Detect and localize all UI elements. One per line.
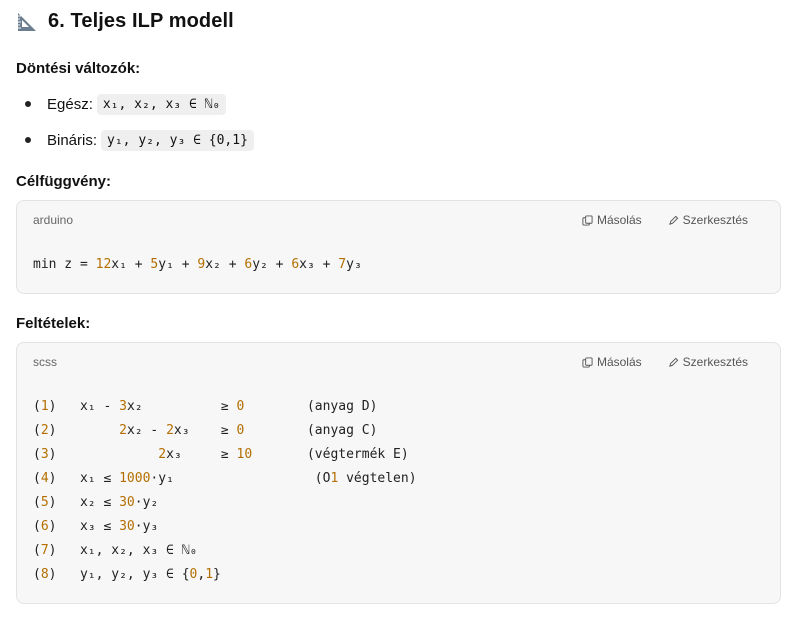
- decision-vars-list: Egész: x₁, x₂, x₃ ∈ ℕ₀ Bináris: y₁, y₂, …: [16, 86, 254, 158]
- copy-label: Másolás: [596, 355, 642, 369]
- copy-button[interactable]: Másolás: [582, 355, 642, 369]
- code-line: (5) x₂ ≤ 30·y₂: [33, 495, 159, 510]
- code-number: 5: [150, 257, 159, 272]
- code-number: 2: [40, 423, 49, 438]
- pencil-icon: [668, 215, 678, 225]
- code-number: 1: [205, 567, 214, 582]
- code-number: 7: [40, 543, 49, 558]
- code-line: (2) 2x₂ - 2x₃ ≥ 0 (anyag C): [33, 423, 378, 438]
- decision-vars-heading: Döntési változók:: [16, 60, 141, 77]
- var-label-integer: Egész:: [47, 95, 93, 113]
- code-line: (8) y₁, y₂, y₃ ∈ {0,1}: [33, 567, 221, 582]
- objective-heading: Célfüggvény:: [16, 173, 112, 190]
- pencil-icon: [668, 357, 678, 367]
- bullet: [25, 101, 31, 107]
- code-number: 5: [40, 495, 49, 510]
- code-number: 3: [40, 447, 49, 462]
- section-title: 6. Teljes ILP modell: [48, 10, 234, 32]
- var-label-binary: Bináris:: [47, 131, 98, 149]
- code-line: (7) x₁, x₂, x₃ ∈ ℕ₀: [33, 543, 198, 558]
- code-line: (3) 2x₃ ≥ 10 (végtermék E): [33, 447, 409, 462]
- constraints-code-block: scss Másolás Szerkesztés (1) x₁ - 3x₂ ≥ …: [16, 342, 781, 604]
- code-line: (6) x₃ ≤ 30·y₃: [33, 519, 159, 534]
- code-language-label: scss: [33, 355, 57, 369]
- list-item: Egész: x₁, x₂, x₃ ∈ ℕ₀: [16, 86, 254, 122]
- chat-response: 6. Teljes ILP modell Döntési változók: E…: [0, 0, 812, 627]
- copy-button[interactable]: Másolás: [582, 213, 642, 227]
- code-number: 9: [197, 257, 206, 272]
- objective-code: min z = 12x₁ + 5y₁ + 9x₂ + 6y₂ + 6x₃ + 7…: [33, 253, 362, 277]
- edit-button[interactable]: Szerkesztés: [668, 213, 748, 227]
- code-number: 3: [119, 399, 127, 414]
- code-number: 30: [119, 495, 135, 510]
- edit-label: Szerkesztés: [682, 213, 748, 227]
- code-number: 2: [166, 423, 174, 438]
- code-number: 2: [158, 447, 167, 462]
- code-actions: Másolás Szerkesztés: [582, 355, 748, 369]
- copy-icon: [582, 356, 593, 368]
- inline-code: y₁, y₂, y₃ ∈ {0,1}: [101, 129, 254, 151]
- copy-label: Másolás: [596, 213, 642, 227]
- list-item: Bináris: y₁, y₂, y₃ ∈ {0,1}: [16, 122, 254, 158]
- code-line: (4) x₁ ≤ 1000·y₁ (O1 végtelen): [33, 471, 417, 486]
- code-number: 8: [40, 567, 49, 582]
- code-actions: Másolás Szerkesztés: [582, 213, 748, 227]
- edit-label: Szerkesztés: [682, 355, 748, 369]
- code-number: 1000: [119, 471, 151, 486]
- bullet: [25, 137, 31, 143]
- section-title-row: 6. Teljes ILP modell: [16, 10, 234, 33]
- code-number: 1: [330, 471, 339, 486]
- triangular-ruler-icon: [16, 11, 38, 33]
- code-number: 6: [291, 257, 300, 272]
- code-number: 10: [236, 447, 253, 462]
- code-line: min z = 12x₁ + 5y₁ + 9x₂ + 6y₂ + 6x₃ + 7…: [33, 257, 362, 272]
- objective-code-block: arduino Másolás Szerkesztés min z = 12x₁…: [16, 200, 781, 294]
- code-number: 0: [236, 399, 245, 414]
- code-number: 2: [119, 423, 127, 438]
- code-number: 6: [40, 519, 49, 534]
- code-number: 4: [40, 471, 49, 486]
- constraints-code: (1) x₁ - 3x₂ ≥ 0 (anyag D) (2) 2x₂ - 2x₃ …: [33, 395, 417, 587]
- code-number: 12: [95, 257, 112, 272]
- code-number: 7: [338, 257, 347, 272]
- code-number: 0: [189, 567, 198, 582]
- code-line: (1) x₁ - 3x₂ ≥ 0 (anyag D): [33, 399, 378, 414]
- code-number: 1: [40, 399, 49, 414]
- code-language-label: arduino: [33, 213, 74, 227]
- inline-code: x₁, x₂, x₃ ∈ ℕ₀: [96, 93, 227, 115]
- edit-button[interactable]: Szerkesztés: [668, 355, 748, 369]
- code-number: 30: [119, 519, 135, 534]
- code-number: 0: [236, 423, 245, 438]
- code-number: 6: [244, 257, 253, 272]
- copy-icon: [582, 214, 593, 226]
- constraints-heading: Feltételek:: [16, 315, 91, 332]
